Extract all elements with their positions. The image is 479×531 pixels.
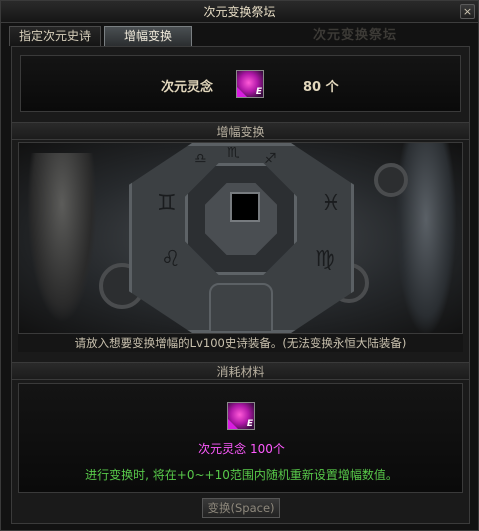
leo-rune-icon: ♌: [161, 247, 181, 272]
virgo-rune-icon: ♍: [315, 247, 335, 272]
pisces-rune-icon: ♓: [321, 191, 341, 216]
item-corner-icon: [228, 419, 238, 429]
window-titlebar[interactable]: 次元变换祭坛 ×: [1, 1, 478, 23]
tab-specified-epic[interactable]: 指定次元史诗: [9, 26, 101, 46]
background-title: 次元变换祭坛: [313, 28, 398, 43]
content-panel: 次元灵念 E 80 个 增幅变换 ♊ ♓ ♌ ♍ ♎ ♏ ♐ 请放入想要变换增幅…: [11, 46, 470, 524]
window-title: 次元变换祭坛: [203, 5, 276, 19]
materials-panel: E 次元灵念 100个 进行变换时, 将在+0~+10范围内随机重新设置增幅数值…: [18, 383, 463, 493]
skull-statue-image: [27, 153, 97, 323]
altar-window: 次元变换祭坛 × 次元变换祭坛 指定次元史诗 增幅变换 次元灵念 E 80 个 …: [0, 0, 479, 531]
close-button[interactable]: ×: [460, 4, 475, 19]
close-icon: ×: [462, 5, 473, 18]
amplify-section-header: 增幅变换: [12, 122, 469, 140]
gemini-rune-icon: ♊: [157, 191, 177, 216]
material-item-icon[interactable]: E: [227, 402, 255, 430]
exchange-note: 进行变换时, 将在+0~+10范围内随机重新设置增幅数值。: [85, 468, 398, 482]
altar-base: [209, 283, 273, 333]
soul-count-panel: 次元灵念 E 80 个: [20, 55, 461, 112]
altar-scene: ♊ ♓ ♌ ♍ ♎ ♏ ♐: [18, 142, 463, 334]
libra-rune-icon: ♎: [194, 151, 207, 167]
tab-amplify-exchange[interactable]: 增幅变换: [104, 26, 192, 46]
scorpio-rune-icon: ♏: [227, 145, 240, 161]
equipment-slot[interactable]: [230, 192, 260, 222]
gear-icon: [374, 163, 408, 197]
item-corner-icon: [237, 87, 247, 97]
item-badge: E: [255, 87, 262, 97]
soul-label: 次元灵念: [161, 80, 214, 95]
soul-count: 80 个: [303, 80, 339, 95]
amplify-hint: 请放入想要变换增幅的Lv100史诗装备。(无法变换永恒大陆装备): [18, 334, 463, 352]
exchange-button[interactable]: 变换(Space): [202, 498, 280, 518]
materials-section-header: 消耗材料: [12, 362, 469, 380]
material-name: 次元灵念 100个: [198, 442, 285, 456]
item-badge: E: [246, 419, 253, 429]
sagittarius-rune-icon: ♐: [264, 151, 277, 167]
dimension-soul-item-icon[interactable]: E: [236, 70, 264, 98]
